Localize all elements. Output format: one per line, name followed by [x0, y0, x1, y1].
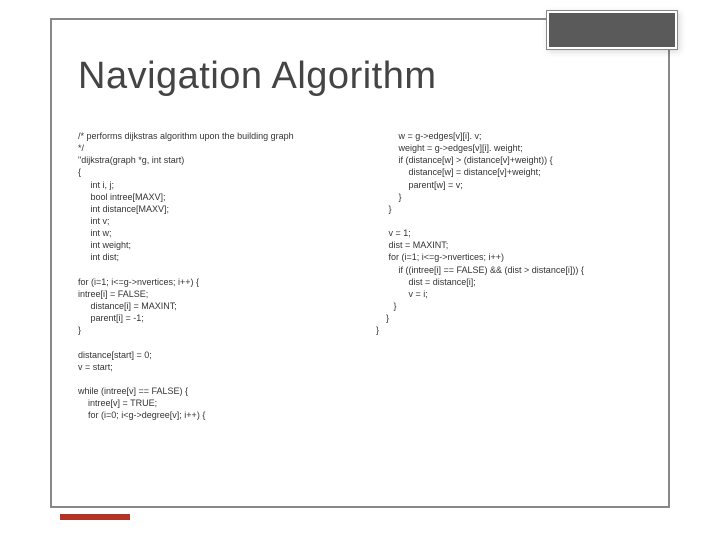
slide-title: Navigation Algorithm	[78, 55, 437, 98]
corner-decoration	[546, 10, 678, 50]
code-area: /* performs dijkstras algorithm upon the…	[78, 130, 650, 421]
code-column-right: w = g->edges[v][i]. v; weight = g->edges…	[376, 130, 636, 421]
accent-bar	[60, 514, 130, 520]
slide: Navigation Algorithm /* performs dijkstr…	[0, 0, 720, 540]
code-column-left: /* performs dijkstras algorithm upon the…	[78, 130, 358, 421]
